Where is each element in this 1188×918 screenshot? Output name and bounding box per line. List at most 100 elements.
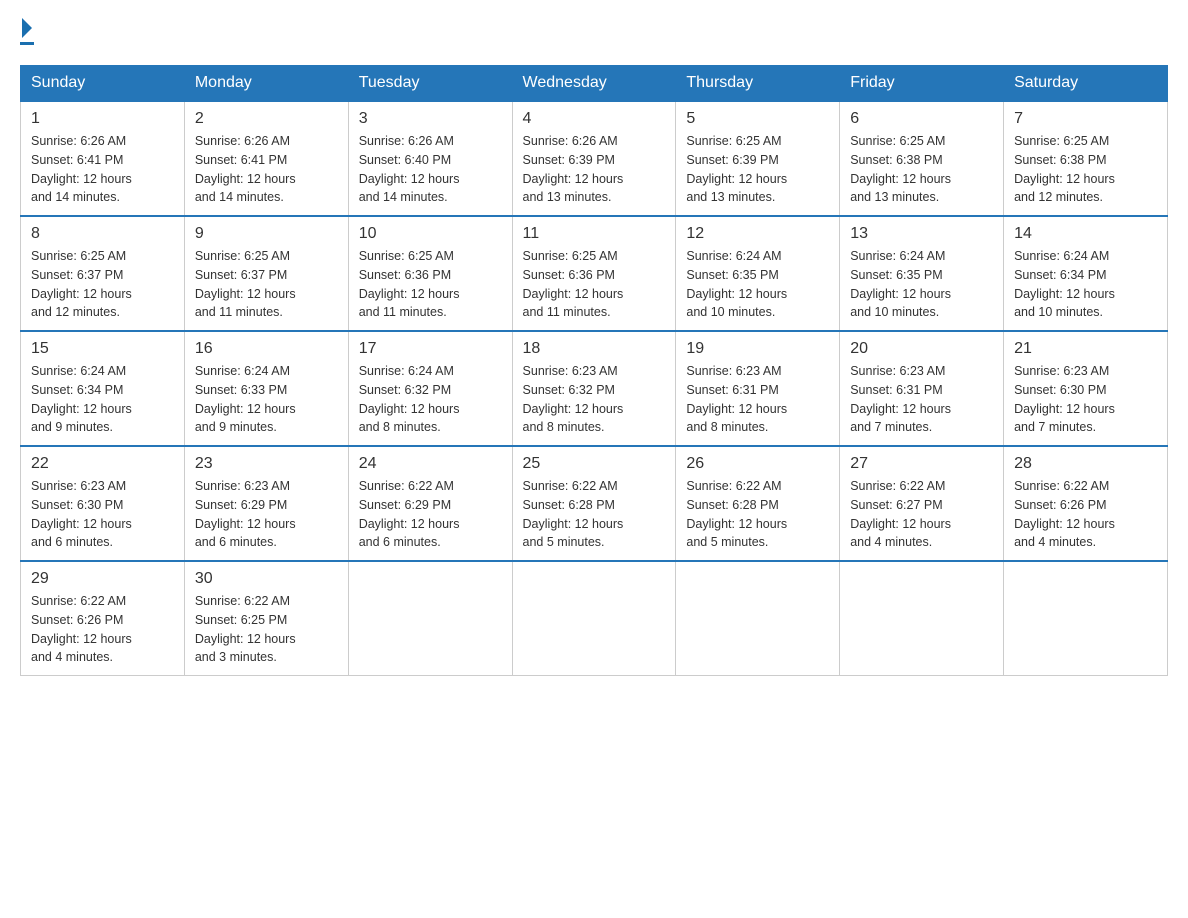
calendar-cell: 3 Sunrise: 6:26 AM Sunset: 6:40 PM Dayli… [348, 101, 512, 216]
day-info: Sunrise: 6:22 AM Sunset: 6:28 PM Dayligh… [686, 477, 829, 552]
calendar-table: SundayMondayTuesdayWednesdayThursdayFrid… [20, 65, 1168, 676]
day-info: Sunrise: 6:25 AM Sunset: 6:38 PM Dayligh… [850, 132, 993, 207]
day-info: Sunrise: 6:24 AM Sunset: 6:33 PM Dayligh… [195, 362, 338, 437]
day-info: Sunrise: 6:25 AM Sunset: 6:37 PM Dayligh… [195, 247, 338, 322]
calendar-cell [676, 561, 840, 676]
day-number: 19 [686, 340, 829, 358]
calendar-cell: 23 Sunrise: 6:23 AM Sunset: 6:29 PM Dayl… [184, 446, 348, 561]
calendar-cell: 4 Sunrise: 6:26 AM Sunset: 6:39 PM Dayli… [512, 101, 676, 216]
calendar-cell: 27 Sunrise: 6:22 AM Sunset: 6:27 PM Dayl… [840, 446, 1004, 561]
calendar-cell: 29 Sunrise: 6:22 AM Sunset: 6:26 PM Dayl… [21, 561, 185, 676]
day-info: Sunrise: 6:22 AM Sunset: 6:27 PM Dayligh… [850, 477, 993, 552]
calendar-cell: 5 Sunrise: 6:25 AM Sunset: 6:39 PM Dayli… [676, 101, 840, 216]
day-info: Sunrise: 6:22 AM Sunset: 6:29 PM Dayligh… [359, 477, 502, 552]
day-number: 26 [686, 455, 829, 473]
calendar-cell: 28 Sunrise: 6:22 AM Sunset: 6:26 PM Dayl… [1004, 446, 1168, 561]
day-info: Sunrise: 6:25 AM Sunset: 6:37 PM Dayligh… [31, 247, 174, 322]
calendar-week-row: 29 Sunrise: 6:22 AM Sunset: 6:26 PM Dayl… [21, 561, 1168, 676]
calendar-cell: 2 Sunrise: 6:26 AM Sunset: 6:41 PM Dayli… [184, 101, 348, 216]
calendar-header-row: SundayMondayTuesdayWednesdayThursdayFrid… [21, 66, 1168, 102]
column-header-tuesday: Tuesday [348, 66, 512, 102]
calendar-cell [512, 561, 676, 676]
day-info: Sunrise: 6:26 AM Sunset: 6:39 PM Dayligh… [523, 132, 666, 207]
day-info: Sunrise: 6:24 AM Sunset: 6:32 PM Dayligh… [359, 362, 502, 437]
logo-triangle-icon [22, 18, 32, 38]
calendar-cell: 1 Sunrise: 6:26 AM Sunset: 6:41 PM Dayli… [21, 101, 185, 216]
column-header-thursday: Thursday [676, 66, 840, 102]
day-number: 18 [523, 340, 666, 358]
day-info: Sunrise: 6:22 AM Sunset: 6:26 PM Dayligh… [31, 592, 174, 667]
day-number: 29 [31, 570, 174, 588]
calendar-cell: 30 Sunrise: 6:22 AM Sunset: 6:25 PM Dayl… [184, 561, 348, 676]
column-header-wednesday: Wednesday [512, 66, 676, 102]
calendar-week-row: 22 Sunrise: 6:23 AM Sunset: 6:30 PM Dayl… [21, 446, 1168, 561]
day-number: 2 [195, 110, 338, 128]
day-info: Sunrise: 6:25 AM Sunset: 6:38 PM Dayligh… [1014, 132, 1157, 207]
day-info: Sunrise: 6:26 AM Sunset: 6:41 PM Dayligh… [31, 132, 174, 207]
calendar-cell: 19 Sunrise: 6:23 AM Sunset: 6:31 PM Dayl… [676, 331, 840, 446]
calendar-cell: 26 Sunrise: 6:22 AM Sunset: 6:28 PM Dayl… [676, 446, 840, 561]
day-info: Sunrise: 6:24 AM Sunset: 6:35 PM Dayligh… [850, 247, 993, 322]
calendar-week-row: 1 Sunrise: 6:26 AM Sunset: 6:41 PM Dayli… [21, 101, 1168, 216]
calendar-cell: 7 Sunrise: 6:25 AM Sunset: 6:38 PM Dayli… [1004, 101, 1168, 216]
column-header-sunday: Sunday [21, 66, 185, 102]
calendar-week-row: 15 Sunrise: 6:24 AM Sunset: 6:34 PM Dayl… [21, 331, 1168, 446]
day-number: 4 [523, 110, 666, 128]
day-info: Sunrise: 6:24 AM Sunset: 6:35 PM Dayligh… [686, 247, 829, 322]
day-info: Sunrise: 6:23 AM Sunset: 6:31 PM Dayligh… [850, 362, 993, 437]
calendar-cell: 14 Sunrise: 6:24 AM Sunset: 6:34 PM Dayl… [1004, 216, 1168, 331]
day-number: 11 [523, 225, 666, 243]
calendar-cell: 13 Sunrise: 6:24 AM Sunset: 6:35 PM Dayl… [840, 216, 1004, 331]
day-info: Sunrise: 6:25 AM Sunset: 6:36 PM Dayligh… [359, 247, 502, 322]
day-info: Sunrise: 6:26 AM Sunset: 6:40 PM Dayligh… [359, 132, 502, 207]
day-number: 25 [523, 455, 666, 473]
day-number: 12 [686, 225, 829, 243]
calendar-cell: 20 Sunrise: 6:23 AM Sunset: 6:31 PM Dayl… [840, 331, 1004, 446]
day-number: 27 [850, 455, 993, 473]
logo-underline [20, 42, 34, 45]
day-number: 14 [1014, 225, 1157, 243]
day-number: 7 [1014, 110, 1157, 128]
day-info: Sunrise: 6:22 AM Sunset: 6:25 PM Dayligh… [195, 592, 338, 667]
day-info: Sunrise: 6:22 AM Sunset: 6:28 PM Dayligh… [523, 477, 666, 552]
calendar-cell: 6 Sunrise: 6:25 AM Sunset: 6:38 PM Dayli… [840, 101, 1004, 216]
calendar-cell: 18 Sunrise: 6:23 AM Sunset: 6:32 PM Dayl… [512, 331, 676, 446]
day-number: 1 [31, 110, 174, 128]
day-number: 21 [1014, 340, 1157, 358]
day-info: Sunrise: 6:23 AM Sunset: 6:32 PM Dayligh… [523, 362, 666, 437]
day-number: 15 [31, 340, 174, 358]
day-info: Sunrise: 6:25 AM Sunset: 6:36 PM Dayligh… [523, 247, 666, 322]
day-info: Sunrise: 6:24 AM Sunset: 6:34 PM Dayligh… [31, 362, 174, 437]
day-number: 9 [195, 225, 338, 243]
day-info: Sunrise: 6:23 AM Sunset: 6:29 PM Dayligh… [195, 477, 338, 552]
calendar-cell: 24 Sunrise: 6:22 AM Sunset: 6:29 PM Dayl… [348, 446, 512, 561]
calendar-cell: 22 Sunrise: 6:23 AM Sunset: 6:30 PM Dayl… [21, 446, 185, 561]
day-number: 16 [195, 340, 338, 358]
calendar-cell: 25 Sunrise: 6:22 AM Sunset: 6:28 PM Dayl… [512, 446, 676, 561]
column-header-saturday: Saturday [1004, 66, 1168, 102]
day-number: 17 [359, 340, 502, 358]
day-number: 8 [31, 225, 174, 243]
calendar-cell: 8 Sunrise: 6:25 AM Sunset: 6:37 PM Dayli… [21, 216, 185, 331]
calendar-cell [840, 561, 1004, 676]
column-header-monday: Monday [184, 66, 348, 102]
day-info: Sunrise: 6:22 AM Sunset: 6:26 PM Dayligh… [1014, 477, 1157, 552]
day-info: Sunrise: 6:23 AM Sunset: 6:31 PM Dayligh… [686, 362, 829, 437]
calendar-cell [348, 561, 512, 676]
day-number: 20 [850, 340, 993, 358]
day-info: Sunrise: 6:23 AM Sunset: 6:30 PM Dayligh… [31, 477, 174, 552]
day-number: 6 [850, 110, 993, 128]
day-number: 5 [686, 110, 829, 128]
day-number: 13 [850, 225, 993, 243]
page-header [20, 20, 1168, 45]
day-number: 28 [1014, 455, 1157, 473]
calendar-cell: 9 Sunrise: 6:25 AM Sunset: 6:37 PM Dayli… [184, 216, 348, 331]
column-header-friday: Friday [840, 66, 1004, 102]
day-number: 22 [31, 455, 174, 473]
calendar-cell: 12 Sunrise: 6:24 AM Sunset: 6:35 PM Dayl… [676, 216, 840, 331]
day-info: Sunrise: 6:23 AM Sunset: 6:30 PM Dayligh… [1014, 362, 1157, 437]
calendar-cell [1004, 561, 1168, 676]
calendar-cell: 11 Sunrise: 6:25 AM Sunset: 6:36 PM Dayl… [512, 216, 676, 331]
calendar-cell: 16 Sunrise: 6:24 AM Sunset: 6:33 PM Dayl… [184, 331, 348, 446]
calendar-week-row: 8 Sunrise: 6:25 AM Sunset: 6:37 PM Dayli… [21, 216, 1168, 331]
